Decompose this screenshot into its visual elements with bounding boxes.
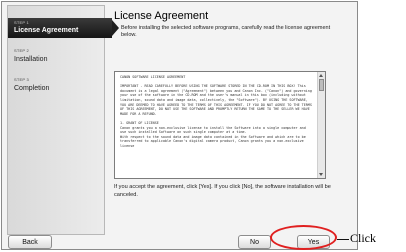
installer-window: STEP 1 License Agreement STEP 2 Installa… xyxy=(1,1,358,250)
back-button[interactable]: Back xyxy=(8,235,52,249)
scroll-thumb[interactable] xyxy=(319,79,324,91)
step-name: Installation xyxy=(14,56,48,63)
step-completion: STEP 3 Completion xyxy=(8,75,106,95)
scroll-down-icon[interactable] xyxy=(319,173,323,176)
page-title: License Agreement xyxy=(114,10,209,22)
no-button[interactable]: No xyxy=(238,235,271,249)
intro-text: Before installing the selected software … xyxy=(121,25,331,38)
step-license-agreement: STEP 1 License Agreement xyxy=(8,18,119,38)
yes-button-highlight-circle xyxy=(270,225,337,250)
scroll-up-icon[interactable] xyxy=(319,74,323,77)
license-scrollbar[interactable] xyxy=(317,72,325,178)
step-name: License Agreement xyxy=(14,27,79,34)
license-text-box[interactable]: CANON SOFTWARE LICENSE AGREEMENT IMPORTA… xyxy=(114,71,326,179)
step-number: STEP 3 xyxy=(14,77,29,82)
license-agreement-text: CANON SOFTWARE LICENSE AGREEMENT IMPORTA… xyxy=(120,75,312,148)
active-step-arrow xyxy=(112,20,119,36)
step-installation: STEP 2 Installation xyxy=(8,46,106,66)
steps-sidebar: STEP 1 License Agreement STEP 2 Installa… xyxy=(7,5,119,235)
callout-label: Click xyxy=(350,231,376,245)
step-number: STEP 2 xyxy=(14,48,29,53)
step-number: STEP 1 xyxy=(14,20,29,25)
callout-line xyxy=(337,239,349,240)
accept-prompt: If you accept the agreement, click [Yes]… xyxy=(114,184,331,198)
step-name: Completion xyxy=(14,85,50,92)
